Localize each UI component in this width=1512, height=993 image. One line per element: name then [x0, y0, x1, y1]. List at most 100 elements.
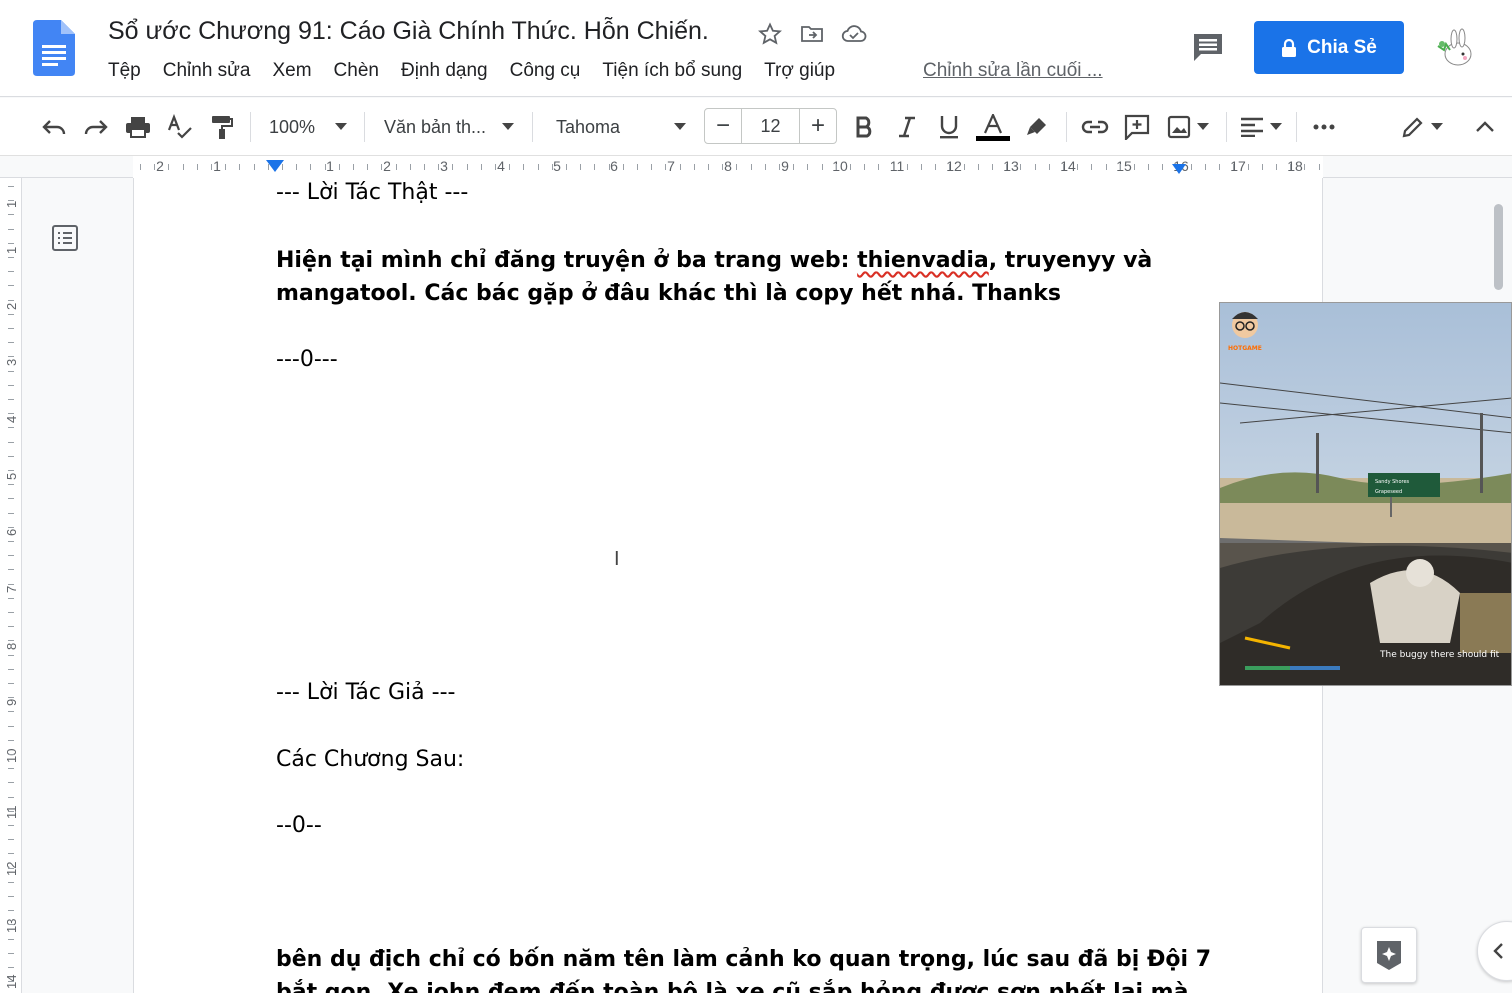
- ruler-tick: [779, 164, 780, 170]
- document-outline-icon[interactable]: [51, 224, 79, 252]
- paragraph-story-text[interactable]: bên dụ địch chỉ có bốn năm tên làm cảnh …: [276, 947, 1211, 972]
- menu-insert[interactable]: Chèn: [323, 60, 390, 82]
- ruler-tick: [183, 164, 184, 170]
- scrollbar-thumb[interactable]: [1494, 204, 1503, 290]
- spellcheck-icon[interactable]: [164, 108, 196, 146]
- vertical-ruler-tick: [8, 782, 14, 783]
- menu-edit[interactable]: Chỉnh sửa: [152, 60, 262, 82]
- font-size-input[interactable]: 12: [741, 109, 800, 143]
- menu-format[interactable]: Định dạng: [390, 60, 499, 82]
- ruler-tick: [850, 164, 851, 170]
- ruler-tick: [992, 164, 993, 170]
- paragraph-style-value: Văn bản th...: [383, 116, 487, 137]
- paragraph-separator[interactable]: ---0---: [276, 347, 338, 372]
- paragraph-publish-note-cont[interactable]: mangatool. Các bác gặp ở đâu khác thì là…: [276, 281, 1061, 306]
- header: Sổ ước Chương 91: Cáo Già Chính Thức. Hỗ…: [0, 0, 1512, 97]
- ruler-tick: [978, 164, 979, 170]
- explore-sparkle-icon: [1377, 941, 1401, 970]
- vertical-ruler-number: 9: [4, 698, 19, 706]
- menu-view[interactable]: Xem: [261, 60, 322, 82]
- more-options-icon[interactable]: [1308, 108, 1340, 146]
- vertical-ruler-tick: [8, 328, 14, 329]
- move-folder-icon[interactable]: [798, 20, 826, 48]
- decrease-font-size-button[interactable]: −: [705, 109, 741, 143]
- vertical-ruler-tick: [8, 839, 14, 840]
- paragraph-style-select[interactable]: Văn bản th...: [376, 108, 522, 146]
- docs-logo-icon[interactable]: [33, 20, 75, 76]
- ruler-tick: [1219, 164, 1220, 170]
- redo-icon[interactable]: [80, 108, 112, 146]
- menu-file[interactable]: Tệp: [97, 60, 152, 82]
- vertical-ruler-tick: [8, 882, 14, 883]
- highlight-color-icon[interactable]: [1020, 108, 1054, 146]
- underline-icon[interactable]: [932, 108, 966, 146]
- vertical-ruler-number: 6: [4, 528, 19, 536]
- left-indent-marker[interactable]: [266, 160, 284, 172]
- vertical-ruler-tick: [8, 754, 14, 755]
- road-sign-line1: Sandy Shores: [1375, 479, 1410, 485]
- vertical-ruler-number: 1: [4, 200, 19, 208]
- paragraph-author-note-title[interactable]: --- Lời Tác Thật ---: [276, 180, 468, 205]
- right-indent-marker[interactable]: [1172, 164, 1186, 174]
- comments-icon[interactable]: [1191, 31, 1225, 63]
- avatar[interactable]: [1432, 24, 1480, 72]
- vertical-ruler-tick: [8, 868, 14, 869]
- ruler-tick: [1006, 164, 1007, 170]
- paragraph-publish-note[interactable]: Hiện tại mình chỉ đăng truyện ở ba trang…: [276, 248, 1152, 273]
- text-color-swatch: [976, 135, 1010, 141]
- font-select[interactable]: Tahoma: [546, 108, 692, 146]
- vertical-ruler-tick: [8, 342, 14, 343]
- star-icon[interactable]: [756, 20, 784, 48]
- ruler-number: 7: [667, 158, 675, 174]
- ruler-tick: [1120, 164, 1121, 170]
- vertical-ruler-tick: [8, 314, 14, 315]
- horizontal-ruler[interactable]: 2 1 1 2 3 4 5 6 7 8 9 10 11 12 13 14 15 16 17 18: [0, 156, 1512, 178]
- document-title[interactable]: Sổ ước Chương 91: Cáo Già Chính Thức. Hỗ…: [108, 17, 709, 46]
- paragraph-author-words-title[interactable]: --- Lời Tác Giả ---: [276, 680, 455, 705]
- paint-format-icon[interactable]: [206, 108, 238, 146]
- cloud-saved-icon[interactable]: [840, 20, 868, 48]
- insert-link-icon[interactable]: [1076, 108, 1114, 146]
- explore-button[interactable]: [1361, 927, 1417, 983]
- font-value: Tahoma: [556, 116, 621, 137]
- paragraph-separator-2[interactable]: --0--: [276, 813, 322, 838]
- editing-mode-icon[interactable]: [1396, 108, 1448, 146]
- print-icon[interactable]: [122, 108, 154, 146]
- title-actions: [756, 20, 868, 48]
- misspelled-word[interactable]: thienvadia: [857, 248, 989, 273]
- ruler-tick: [1077, 164, 1078, 170]
- vertical-ruler-tick: [8, 924, 14, 925]
- ruler-tick: [239, 164, 240, 170]
- ruler-tick: [566, 164, 567, 170]
- vertical-ruler-tick: [8, 527, 14, 528]
- side-panel-toggle[interactable]: [1477, 921, 1512, 981]
- ruler-tick: [225, 164, 226, 170]
- italic-icon[interactable]: [890, 108, 924, 146]
- ruler-tick: [1248, 164, 1249, 170]
- zoom-select[interactable]: 100%: [262, 108, 354, 146]
- collapse-toolbar-icon[interactable]: [1470, 108, 1500, 146]
- add-comment-icon[interactable]: [1120, 108, 1154, 146]
- vertical-ruler[interactable]: 1 1 2 3 4 5 6 7 8 9 10 11 12 13 14: [0, 178, 22, 993]
- vertical-ruler-tick: [8, 825, 14, 826]
- undo-icon[interactable]: [38, 108, 70, 146]
- bold-icon[interactable]: [848, 108, 882, 146]
- ruler-number: 10: [832, 158, 848, 174]
- increase-font-size-button[interactable]: +: [800, 109, 836, 143]
- align-left-icon[interactable]: [1238, 108, 1284, 146]
- text-color-icon[interactable]: [974, 108, 1012, 146]
- paragraph-story-text-2[interactable]: bắt gọn. Xe john đem đến toàn bộ là xe c…: [276, 980, 1188, 993]
- paragraph-next-chapters[interactable]: Các Chương Sau:: [276, 747, 464, 772]
- vertical-ruler-tick: [8, 981, 14, 982]
- menu-addons[interactable]: Tiện ích bổ sung: [591, 60, 753, 82]
- menu-tools[interactable]: Công cụ: [499, 60, 592, 82]
- insert-image-icon[interactable]: [1162, 108, 1214, 146]
- vertical-ruler-tick: [8, 541, 14, 542]
- ruler-tick: [424, 164, 425, 170]
- publish-note-part: , truyenyy và: [988, 248, 1153, 273]
- picture-in-picture-video[interactable]: Sandy Shores Grapeseed HOTGAME The buggy…: [1219, 302, 1512, 686]
- share-button[interactable]: Chia Sẻ: [1254, 21, 1404, 74]
- last-edit-link[interactable]: Chỉnh sửa lần cuối ...: [923, 60, 1103, 82]
- vertical-ruler-number: 4: [4, 415, 19, 423]
- menu-help[interactable]: Trợ giúp: [753, 60, 846, 82]
